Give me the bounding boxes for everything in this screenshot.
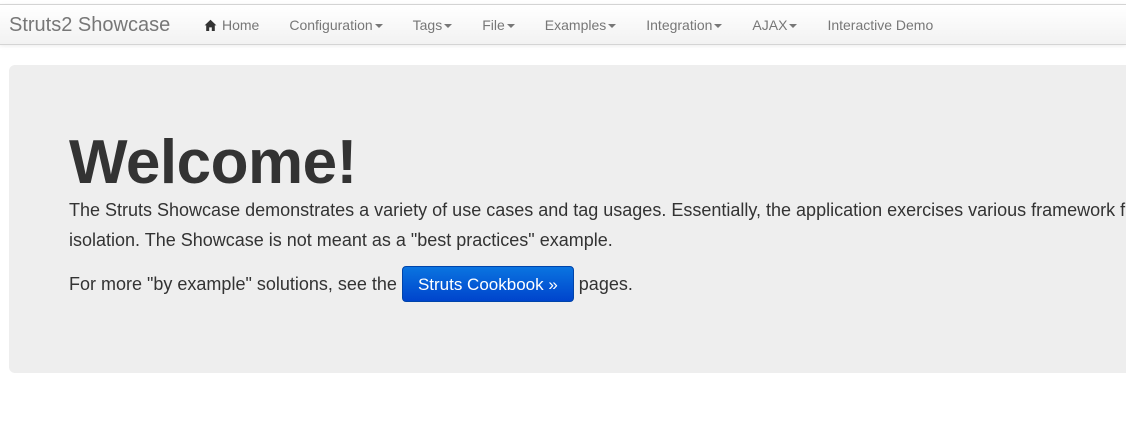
caret-down-icon <box>714 23 723 28</box>
nav-menu: Home Configuration Tags File Examples In… <box>189 5 948 45</box>
hero-jumbotron: Welcome! The Struts Showcase demonstrate… <box>9 65 1126 373</box>
navbar: Struts2 Showcase Home Configuration Tags… <box>0 4 1126 45</box>
nav-item-label: File <box>482 17 505 33</box>
hero-description-line: isolation. The Showcase is not meant as … <box>69 230 613 250</box>
caret-down-icon <box>374 23 383 28</box>
nav-item-label: Integration <box>646 17 713 33</box>
nav-item-home[interactable]: Home <box>189 5 274 45</box>
struts-cookbook-button[interactable]: Struts Cookbook » <box>401 266 574 302</box>
caret-down-icon <box>608 23 617 28</box>
hero-description-line: The Struts Showcase demonstrates a varie… <box>69 200 1126 220</box>
hero-description: The Struts Showcase demonstrates a varie… <box>69 195 1126 255</box>
nav-item-label: Home <box>222 17 260 33</box>
page-title: Welcome! <box>69 128 357 197</box>
caret-down-icon <box>789 23 798 28</box>
nav-item-configuration[interactable]: Configuration <box>274 5 397 45</box>
nav-item-examples[interactable]: Examples <box>530 5 631 45</box>
nav-item-interactive-demo[interactable]: Interactive Demo <box>812 5 948 45</box>
nav-item-ajax[interactable]: AJAX <box>737 5 812 45</box>
caret-down-icon <box>444 23 453 28</box>
nav-item-label: Examples <box>544 17 607 33</box>
nav-item-label: Configuration <box>289 17 373 33</box>
nav-item-label: AJAX <box>752 17 788 33</box>
nav-item-file[interactable]: File <box>467 5 530 45</box>
cookbook-text-prefix: For more "by example" solutions, see the <box>69 274 397 294</box>
nav-item-integration[interactable]: Integration <box>631 5 737 45</box>
caret-down-icon <box>506 23 515 28</box>
nav-item-label: Tags <box>412 17 443 33</box>
nav-item-tags[interactable]: Tags <box>398 5 468 45</box>
brand-link[interactable]: Struts2 Showcase <box>9 5 170 45</box>
cookbook-text-suffix: pages. <box>578 274 633 294</box>
nav-item-label: Interactive Demo <box>827 17 934 33</box>
cookbook-paragraph: For more "by example" solutions, see the… <box>69 265 633 303</box>
home-icon <box>204 19 217 31</box>
